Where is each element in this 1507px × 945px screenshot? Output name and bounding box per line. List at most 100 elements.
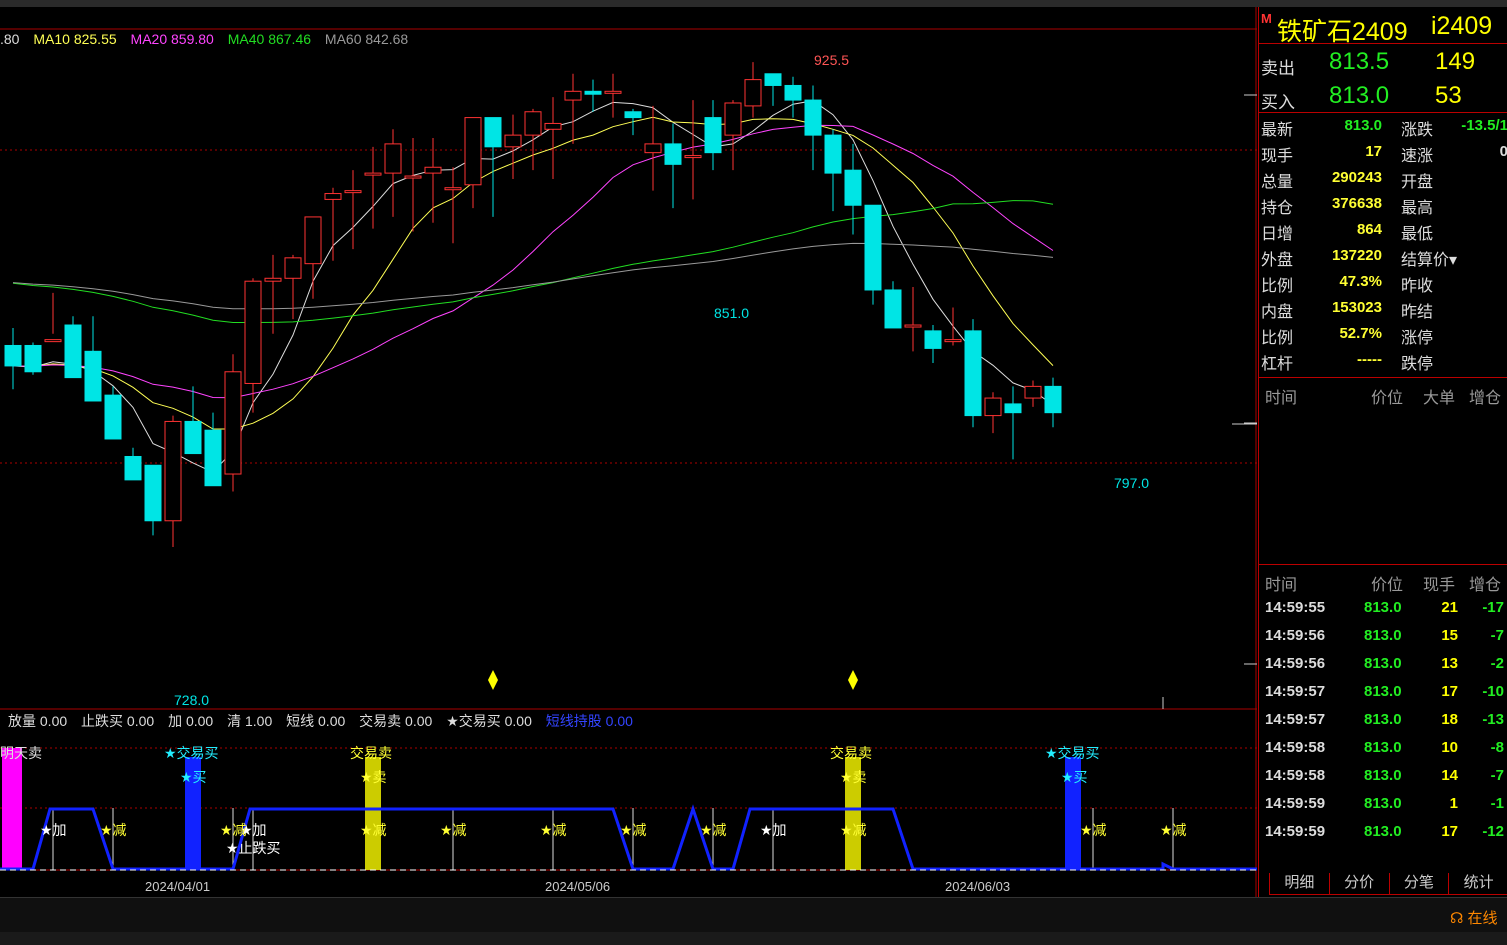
candle-body (64, 324, 82, 379)
quote-label: 日增 (1261, 226, 1294, 243)
tick-list[interactable]: 14:59:55 813.0 21 -17 14:59:56 813.0 15 -7 14:59… (1259, 593, 1507, 845)
candle-body (864, 204, 882, 291)
quote-label: 外盘 (1261, 252, 1294, 269)
quote-row: 外盘 137220 结算价▾ (1259, 243, 1507, 269)
tab-stats[interactable]: 统计 (1448, 873, 1507, 895)
candle-body (624, 111, 642, 119)
quote-label: 结算价▾ (1401, 252, 1458, 269)
tick-time: 14:59:57 (1265, 683, 1326, 700)
quote-label: 跌停 (1401, 356, 1434, 373)
candle-body (4, 344, 22, 367)
tick-increase: -13 (1482, 711, 1504, 728)
tab-tick[interactable]: 分笔 (1388, 873, 1450, 895)
candle-body (24, 344, 42, 373)
market-flag: M (1261, 11, 1272, 26)
tick-price: 813.0 (1364, 683, 1402, 700)
candle-body (124, 455, 142, 481)
bottom-divider (0, 897, 1507, 898)
quote-row: 比例 52.7% 涨停 (1259, 321, 1507, 347)
diamond-marker (848, 670, 858, 690)
price-label-high: 925.5 (814, 52, 849, 68)
tab-price-dist[interactable]: 分价 (1328, 873, 1390, 895)
signal-label: ★减 (1080, 823, 1107, 839)
quote-label: 涨停 (1401, 330, 1434, 347)
candle-body (304, 216, 322, 265)
tick-row: 14:59:58 813.0 14 -7 (1259, 761, 1507, 789)
signal-label: 交易卖 (830, 745, 872, 762)
signal-label: ★加 (760, 823, 787, 839)
tick-increase: -2 (1490, 655, 1504, 672)
quote-table: 最新 813.0 涨跌 -13.5/1 现手 17 速涨 0 总量 290243 开盘 持仓 37663… (1259, 113, 1507, 378)
candle-body (464, 117, 482, 186)
candle-body (504, 134, 522, 148)
candle-body (744, 79, 762, 107)
quote-label: 昨结 (1401, 304, 1434, 321)
candle-body (364, 172, 382, 176)
quote-label: 最低 (1401, 226, 1434, 243)
tick-row: 14:59:59 813.0 1 -1 (1259, 789, 1507, 817)
ind-legend-item: 加 0.00 (168, 713, 214, 729)
candle-body (424, 166, 442, 174)
status-bar (0, 932, 1507, 945)
tick-increase: -12 (1482, 823, 1504, 840)
indicator-legend: 放量 0.00 止跌买 0.00 加 0.00 清 1.00 短线 0.00 交… (8, 711, 643, 731)
candle-body (344, 190, 362, 194)
tick-increase: -17 (1482, 599, 1504, 616)
signal-label: ★交易买 (164, 745, 219, 762)
candle-body (884, 289, 902, 329)
quote-label: 现手 (1261, 148, 1294, 165)
tick-volume: 21 (1441, 599, 1458, 616)
signal-label: ★买 (1061, 770, 1088, 786)
quote-value: 376638 (1331, 195, 1382, 212)
tick-time: 14:59:58 (1265, 739, 1326, 756)
price-label-low: 851.0 (714, 305, 749, 321)
candle-body (384, 143, 402, 174)
candle-body (924, 330, 942, 349)
tick-volume: 18 (1441, 711, 1458, 728)
price-label-low: 797.0 (1114, 475, 1149, 491)
signal-label: ★止跌买 (226, 841, 281, 857)
kline-chart-area[interactable]: 925.5 851.0 797.0 728.0 明天卖 ★交易买 ★买 交易卖 ★卖 交易卖 ★卖… (0, 7, 1257, 897)
quote-label: 内盘 (1261, 304, 1294, 321)
ask-price: 813.5 (1329, 48, 1390, 75)
ind-legend-item: 清 1.00 (227, 713, 273, 729)
signal-label: ★减 (620, 823, 647, 839)
quote-label: 总量 (1261, 174, 1294, 191)
candle-body (764, 73, 782, 86)
tick-row: 14:59:58 813.0 10 -8 (1259, 733, 1507, 761)
ma10-legend: MA10 825.55 (33, 31, 117, 47)
signal-label: ★减 (100, 823, 127, 839)
tick-row: 14:59:55 813.0 21 -17 (1259, 593, 1507, 621)
tick-volume: 10 (1441, 739, 1458, 756)
instrument-title[interactable]: M 铁矿石2409 i2409 (1259, 7, 1507, 46)
tick-increase: -7 (1490, 627, 1504, 644)
hdr-big: 大单 (1423, 390, 1456, 407)
candle-body (844, 169, 862, 206)
tab-detail[interactable]: 明细 (1269, 873, 1330, 895)
quote-value: 52.7% (1339, 325, 1382, 342)
tick-increase: -10 (1482, 683, 1504, 700)
candle-body (484, 117, 502, 148)
kline-svg[interactable]: 925.5 851.0 797.0 728.0 明天卖 ★交易买 ★买 交易卖 ★卖 交易卖 ★卖… (0, 7, 1257, 897)
bid-price: 813.0 (1329, 82, 1390, 109)
candle-body (684, 155, 702, 159)
tick-time: 14:59:59 (1265, 823, 1326, 840)
signal-label: ★减 (360, 823, 387, 839)
quote-value: 17 (1365, 143, 1382, 160)
signal-label: 明天卖 (0, 746, 42, 762)
quote-label: 持仓 (1261, 200, 1294, 217)
quote-value: 137220 (1331, 247, 1382, 264)
tick-price: 813.0 (1364, 599, 1402, 616)
signal-label: ★减 (220, 823, 247, 839)
ma20-legend: MA20 859.80 (130, 31, 214, 47)
online-status[interactable]: ☊ 在线 (1450, 907, 1498, 928)
instrument-name: 铁矿石2409 (1277, 18, 1408, 46)
big-order-list[interactable] (1259, 406, 1507, 565)
bid-row: 买入 813.0 53 (1259, 78, 1507, 113)
candle-body (524, 111, 542, 136)
ma5-legend: .80 (0, 31, 20, 47)
tick-time: 14:59:56 (1265, 655, 1326, 672)
tick-price: 813.0 (1364, 739, 1402, 756)
online-label: 在线 (1467, 910, 1498, 927)
ind-legend-item: 放量 0.00 (8, 713, 68, 729)
